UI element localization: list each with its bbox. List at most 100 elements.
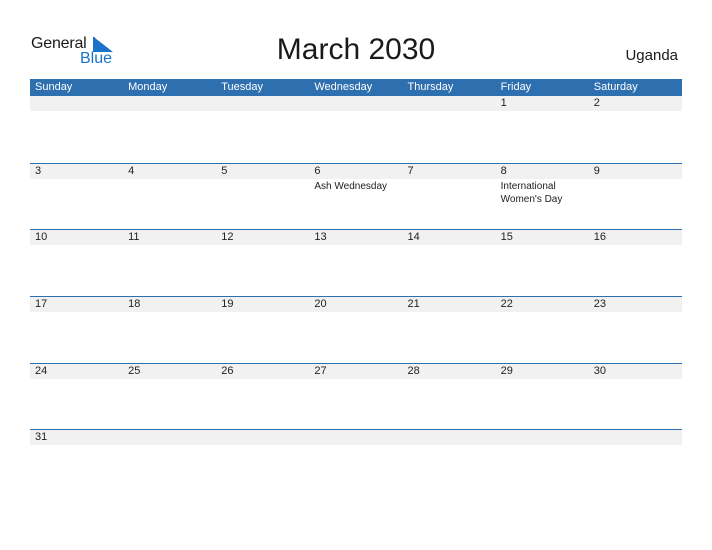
- day-number: [221, 96, 309, 111]
- day-cell: 19: [216, 297, 309, 313]
- day-number: 17: [35, 298, 48, 311]
- day-cell: 25: [123, 364, 216, 380]
- country-label: Uganda: [625, 47, 678, 64]
- day-number: [594, 430, 682, 445]
- day-cell: 9: [589, 164, 682, 206]
- week-row: 31: [30, 429, 682, 496]
- day-cells: 3 4 5 6 Ash Wednesday 7 8 International Women's…: [30, 164, 682, 206]
- day-cell: 13: [309, 230, 402, 246]
- day-cell: 15: [496, 230, 589, 246]
- weekday-wednesday: Wednesday: [314, 81, 373, 93]
- day-number: 22: [500, 298, 513, 311]
- weekday-sunday: Sunday: [35, 81, 73, 93]
- day-number: 18: [128, 298, 141, 311]
- day-number: 16: [593, 231, 606, 244]
- day-cell: [309, 430, 402, 446]
- day-number: [314, 96, 402, 111]
- day-number: [35, 96, 123, 111]
- day-cell: 11: [123, 230, 216, 246]
- day-cell: 22: [496, 297, 589, 313]
- day-cell: 26: [216, 364, 309, 380]
- day-cell: 1: [496, 96, 589, 112]
- day-number: [221, 430, 309, 445]
- day-cells: 31: [30, 430, 682, 446]
- day-number: 21: [407, 298, 420, 311]
- weekday-thursday: Thursday: [407, 81, 454, 93]
- day-cell: 18: [123, 297, 216, 313]
- day-number: 3: [35, 164, 42, 177]
- week-row: 10 11 12 13 14 15 16: [30, 229, 682, 296]
- day-number: 24: [35, 364, 48, 377]
- day-number: 12: [221, 231, 234, 244]
- day-cell: [123, 96, 216, 112]
- weekday-saturday: Saturday: [593, 81, 638, 93]
- week-row: 17 18 19 20 21 22 23: [30, 296, 682, 363]
- day-number: 15: [500, 231, 513, 244]
- day-cell: [496, 430, 589, 446]
- day-cell: 21: [403, 297, 496, 313]
- day-cell: 3: [30, 164, 123, 206]
- week-row: 12: [30, 96, 682, 163]
- day-number: 28: [407, 364, 420, 377]
- day-number: 1: [500, 97, 507, 109]
- day-cell: 20: [309, 297, 402, 313]
- weekday-monday: Monday: [128, 81, 168, 93]
- day-cell: 28: [403, 364, 496, 380]
- day-number: 29: [500, 364, 513, 377]
- day-cell: 29: [496, 364, 589, 380]
- day-cell: 6 Ash Wednesday: [309, 164, 402, 206]
- calendar-grid: Sunday Monday Tuesday Wednesday Thursday…: [30, 79, 682, 496]
- day-number: 5: [221, 164, 228, 177]
- day-number: 10: [35, 231, 48, 244]
- day-number: 7: [407, 164, 414, 177]
- weeks-container: 1 2 3 4 5 6 Ash Wednesday 7 8 International Women…: [30, 96, 682, 496]
- day-cells: 10 11 12 13 14 15 16: [30, 230, 682, 246]
- day-number: 26: [221, 364, 234, 377]
- day-cell: [403, 96, 496, 112]
- day-cells: 12: [30, 96, 682, 112]
- day-number: 14: [407, 231, 420, 244]
- day-cell: [216, 96, 309, 112]
- weekday-friday: Friday: [500, 81, 532, 93]
- day-cell: 27: [309, 364, 402, 380]
- day-number: 9: [593, 164, 600, 177]
- day-cell: 31: [30, 430, 123, 446]
- week-row: 3 4 5 6 Ash Wednesday 7 8 International Women's…: [30, 162, 682, 230]
- day-number: 11: [128, 231, 140, 244]
- day-number: 2: [593, 97, 600, 109]
- day-cell: 30: [589, 364, 682, 380]
- weekday-tuesday: Tuesday: [221, 81, 264, 93]
- day-cell: 17: [30, 297, 123, 313]
- day-cell: 7: [403, 164, 496, 206]
- day-cell: 5: [216, 164, 309, 206]
- day-number: 13: [314, 231, 327, 244]
- day-cell: [216, 430, 309, 446]
- week-row: 24 25 26 27 28 29 30: [30, 362, 682, 430]
- day-number: [408, 96, 496, 111]
- day-number: [408, 430, 496, 445]
- day-number: 8: [500, 164, 507, 177]
- day-cell: 10: [30, 230, 123, 246]
- day-number: 25: [128, 364, 141, 377]
- weekday-header: Sunday Monday Tuesday Wednesday Thursday…: [30, 79, 682, 96]
- day-number: 6: [314, 164, 321, 177]
- day-cell: 14: [403, 230, 496, 246]
- day-number: [128, 430, 216, 445]
- day-cells: 24 25 26 27 28 29 30: [30, 364, 682, 380]
- day-cell: 23: [589, 297, 682, 313]
- day-number: [501, 430, 589, 445]
- day-cell: 2: [589, 96, 682, 112]
- day-cell: [123, 430, 216, 446]
- day-cell: 8 International Women's Day: [496, 164, 589, 206]
- day-number: 4: [128, 164, 135, 177]
- day-number: 31: [35, 431, 48, 444]
- day-cell: 16: [589, 230, 682, 246]
- day-cell: [589, 430, 682, 446]
- day-cell: [309, 96, 402, 112]
- calendar-title: March 2030: [276, 33, 436, 66]
- day-cells: 17 18 19 20 21 22 23: [30, 297, 682, 313]
- day-cell: [30, 96, 123, 112]
- day-number: [128, 96, 216, 111]
- day-number: 30: [593, 364, 606, 377]
- day-cell: 24: [30, 364, 123, 380]
